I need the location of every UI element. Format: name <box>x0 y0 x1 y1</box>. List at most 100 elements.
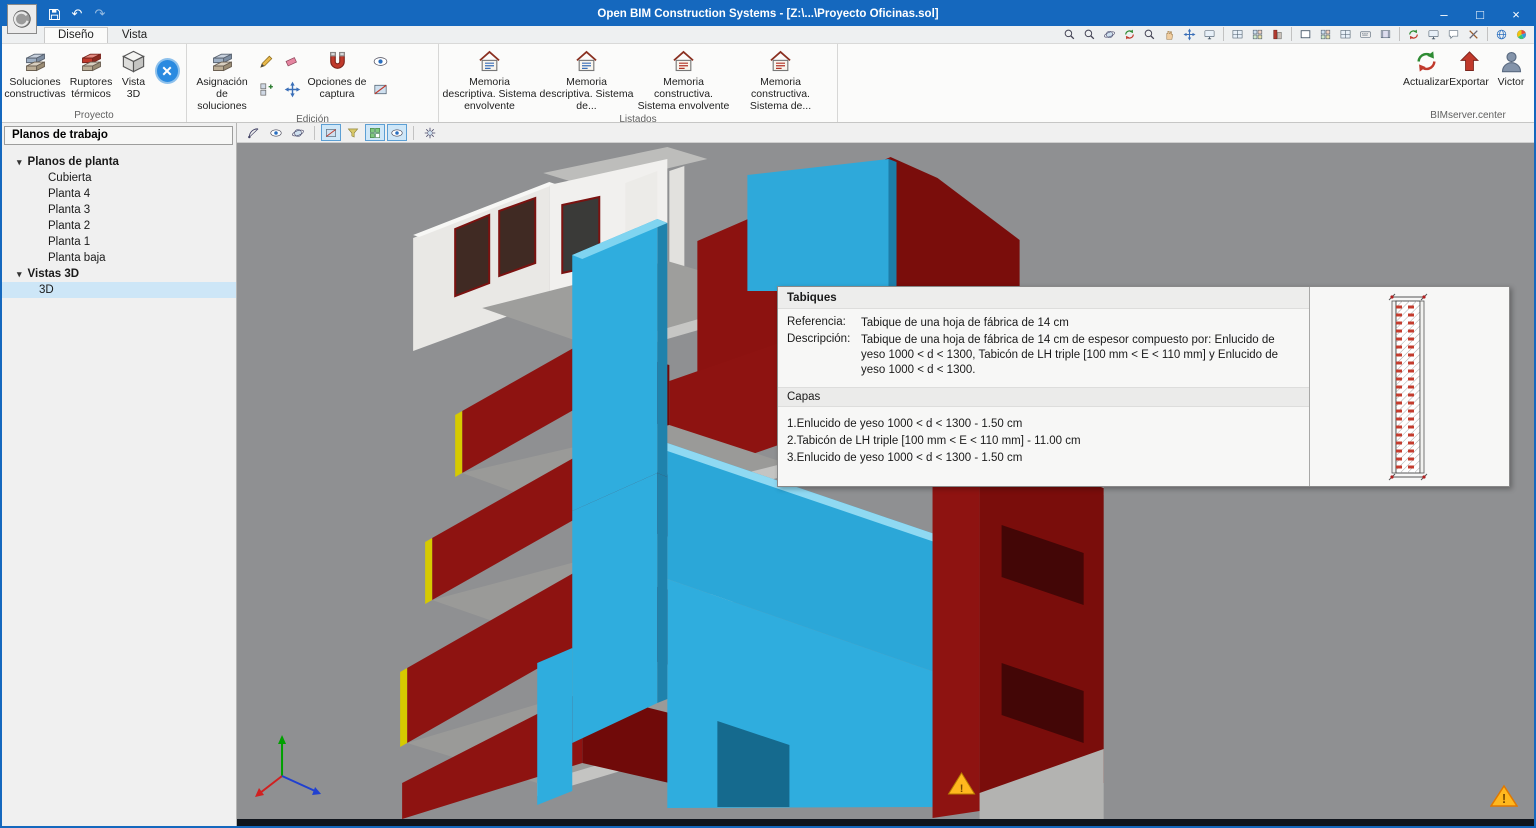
help-globe-icon[interactable] <box>1492 26 1511 42</box>
tree-planta-2[interactable]: Planta 2 <box>2 218 236 234</box>
group-listados: Memoria descriptiva. Sistema envolvente … <box>439 44 838 125</box>
vista-3d-button[interactable]: Vista 3D <box>116 45 151 109</box>
deselect-button[interactable] <box>154 58 180 84</box>
zoom-all-icon[interactable] <box>1080 26 1099 42</box>
undo-icon[interactable]: ↶ <box>69 6 85 22</box>
asignacion-soluciones-button[interactable]: Asignación de soluciones <box>189 45 255 113</box>
button-label: Asignación de soluciones <box>196 76 248 112</box>
chevron-down-icon[interactable]: ▾ <box>17 157 22 168</box>
quick-access-toolbar: ↶ ↷ <box>46 6 108 22</box>
memoria-constructiva-envolvente-button[interactable]: Memoria constructiva. Sistema envolvente <box>635 45 732 113</box>
magnet-icon <box>324 48 351 75</box>
button-label: Victor <box>1497 76 1525 88</box>
grid-icon[interactable] <box>1316 26 1335 42</box>
element-info-popup: Tabiques Referencia: Tabique de una hoja… <box>777 286 1510 487</box>
save-icon[interactable] <box>46 6 62 22</box>
axes-triad-icon <box>255 735 322 797</box>
model-viewport[interactable]: ! Tabiques Referencia: Tabique de una ho… <box>237 143 1534 826</box>
ruptores-termicos-button[interactable]: Ruptores térmicos <box>66 45 116 109</box>
warning-badge[interactable]: ! <box>1489 784 1519 813</box>
regen-icon[interactable] <box>1120 26 1139 42</box>
wall-section-diagram <box>1310 287 1509 486</box>
capa-item: 1.Enlucido de yeso 1000 < d < 1300 - 1.5… <box>787 417 1023 430</box>
referencia-label: Referencia: <box>787 316 846 328</box>
memoria-descriptiva-sistema-button[interactable]: Memoria descriptiva. Sistema de... <box>538 45 635 113</box>
capture-visibility-icon[interactable] <box>369 50 391 72</box>
svg-text:!: ! <box>1502 791 1506 806</box>
tree-planta-3[interactable]: Planta 3 <box>2 202 236 218</box>
filter-toggle[interactable] <box>343 124 363 141</box>
fit-screen-icon[interactable] <box>1200 26 1219 42</box>
tree-planta-1[interactable]: Planta 1 <box>2 234 236 250</box>
move-solution-icon[interactable] <box>281 78 303 100</box>
tree-planos-de-planta[interactable]: ▾ Planos de planta <box>2 154 236 170</box>
sync-icon[interactable] <box>1404 26 1423 42</box>
maximize-button[interactable]: □ <box>1462 2 1498 26</box>
popup-title: Tabiques <box>778 287 1309 309</box>
tree-cubierta[interactable]: Cubierta <box>2 170 236 186</box>
opciones-captura-button[interactable]: Opciones de captura <box>305 45 369 113</box>
section-toggle[interactable] <box>321 124 341 141</box>
red-walls-right <box>932 438 1104 819</box>
group-label-bimserver: BIMserver.center <box>1430 110 1506 121</box>
view-settings-icon[interactable] <box>420 124 440 141</box>
tree-label: Cubierta <box>48 172 92 184</box>
frame-icon[interactable] <box>1296 26 1315 42</box>
orbit-view-icon[interactable] <box>288 124 308 141</box>
pan-icon[interactable] <box>1160 26 1179 42</box>
tree-label: Planta 2 <box>48 220 91 232</box>
tree-3d-selected[interactable]: 3D <box>2 282 236 298</box>
tree-vistas-3d[interactable]: ▾ Vistas 3D <box>2 266 236 282</box>
views-grid-icon[interactable] <box>1248 26 1267 42</box>
tab-diseno[interactable]: Diseño <box>44 27 108 43</box>
memoria-descriptiva-envolvente-button[interactable]: Memoria descriptiva. Sistema envolvente <box>441 45 538 113</box>
actualizar-button[interactable]: Actualizar <box>1403 45 1449 109</box>
visibility-eye-icon[interactable] <box>266 124 286 141</box>
keyboard-icon[interactable] <box>1356 26 1375 42</box>
copy-solution-icon[interactable] <box>255 78 277 100</box>
layers-toggle[interactable] <box>365 124 385 141</box>
button-label: Memoria constructiva. Sistema de... <box>749 76 812 112</box>
move-view-icon[interactable] <box>1180 26 1199 42</box>
tree-label: Planos de planta <box>27 156 119 168</box>
button-label: Memoria descriptiva. Sistema de... <box>539 76 634 112</box>
viewport-bottom-edge <box>237 819 1534 826</box>
capture-section-icon[interactable] <box>369 78 391 100</box>
window-controls: – □ × <box>1426 2 1534 26</box>
close-button[interactable]: × <box>1498 2 1534 26</box>
tree-planta-baja[interactable]: Planta baja <box>2 250 236 266</box>
minimize-button[interactable]: – <box>1426 2 1462 26</box>
edit-pencil-icon[interactable] <box>255 50 277 72</box>
monitor-icon[interactable] <box>1424 26 1443 42</box>
soluciones-constructivas-button[interactable]: Soluciones constructivas <box>4 45 66 109</box>
capa-item: 2.Tabicón de LH triple [100 mm < E < 110… <box>787 435 1081 447</box>
capa-item: 3.Enlucido de yeso 1000 < d < 1300 - 1.5… <box>787 452 1023 465</box>
button-label: Vista 3D <box>121 76 146 100</box>
group-bimserver: Actualizar Exportar Victor BIMserver.cen… <box>1402 44 1534 122</box>
exportar-button[interactable]: Exportar <box>1448 45 1490 109</box>
orbit-icon[interactable] <box>1100 26 1119 42</box>
zoom-window-icon[interactable] <box>1060 26 1079 42</box>
tree-label: Vistas 3D <box>27 268 80 280</box>
hide-elements-toggle[interactable] <box>387 124 407 141</box>
memoria-constructiva-sistema-button[interactable]: Memoria constructiva. Sistema de... <box>732 45 829 113</box>
film-icon[interactable] <box>1376 26 1395 42</box>
user-victor-button[interactable]: Victor <box>1490 45 1532 109</box>
zoom-icon[interactable] <box>1140 26 1159 42</box>
options-wheel-icon[interactable] <box>1512 26 1531 42</box>
tree-planta-4[interactable]: Planta 4 <box>2 186 236 202</box>
tab-vista[interactable]: Vista <box>108 27 161 43</box>
bim-model-icon[interactable] <box>1268 26 1287 42</box>
tree-label: Planta 1 <box>48 236 91 248</box>
redo-icon[interactable]: ↷ <box>92 6 108 22</box>
tools-icon[interactable] <box>1464 26 1483 42</box>
chevron-down-icon[interactable]: ▾ <box>17 269 22 280</box>
comments-icon[interactable] <box>1444 26 1463 42</box>
cube-3d-icon <box>120 48 147 75</box>
layout-icon[interactable] <box>1336 26 1355 42</box>
tree-label: Planta 3 <box>48 204 91 216</box>
app-logo-icon[interactable] <box>7 4 37 34</box>
ucs-axes-icon[interactable] <box>244 124 264 141</box>
erase-icon[interactable] <box>281 50 303 72</box>
split-view-icon[interactable] <box>1228 26 1247 42</box>
